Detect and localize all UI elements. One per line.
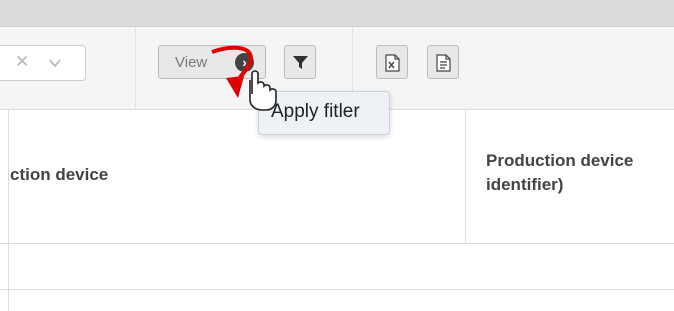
toolbar-divider xyxy=(135,27,136,109)
funnel-icon xyxy=(293,56,308,69)
column-header-production-device[interactable]: ction device xyxy=(10,163,108,187)
filter-select[interactable]: ✕ xyxy=(0,45,86,81)
tooltip: Apply fitler xyxy=(258,91,390,135)
chevron-right-circle-icon: › xyxy=(235,53,254,72)
close-icon[interactable]: ✕ xyxy=(15,52,29,72)
view-button[interactable]: View › xyxy=(158,45,266,79)
window-top-strip xyxy=(0,0,674,27)
document-export-button[interactable] xyxy=(427,45,459,79)
column-header-production-device-identifier[interactable]: Production device identifier) xyxy=(486,149,633,197)
column-divider xyxy=(8,244,9,311)
column-divider xyxy=(8,110,9,243)
table-row-divider xyxy=(0,289,674,290)
apply-filter-button[interactable] xyxy=(284,45,316,79)
chevron-down-icon[interactable] xyxy=(49,57,61,69)
view-button-label: View xyxy=(175,54,208,71)
column-divider xyxy=(465,110,466,243)
column-header-line: Production device xyxy=(486,151,634,170)
excel-export-icon xyxy=(385,54,400,72)
excel-export-button[interactable] xyxy=(376,45,408,79)
document-export-icon xyxy=(436,54,451,72)
column-header-line: identifier) xyxy=(486,175,564,194)
